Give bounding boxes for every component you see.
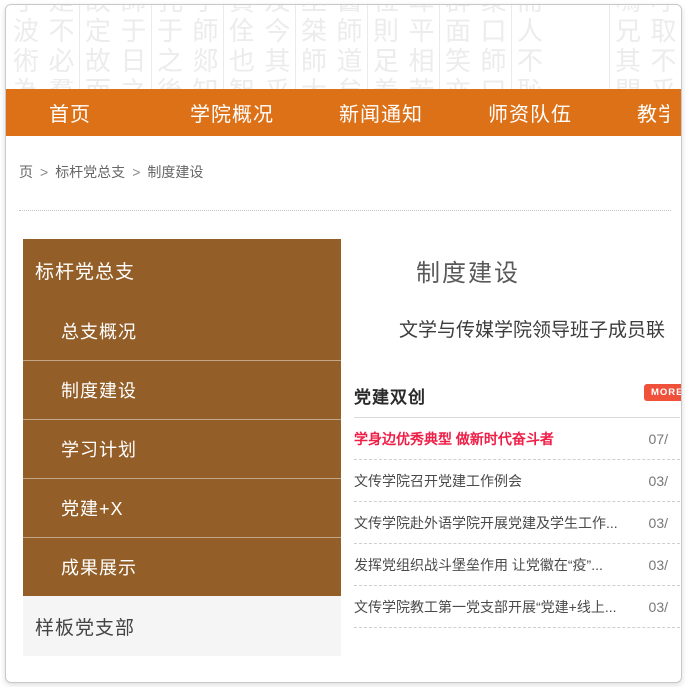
calligraphy-column: 乎 波 術 為 xyxy=(12,5,39,89)
calligraphy-column: 子 師 郯 知 xyxy=(188,5,224,89)
news-row[interactable]: 文传学院教工第一党支部开展“党建+线上... 03/ xyxy=(354,586,680,628)
content-area: 标杆党总支 总支概况 制度建设 学习计划 党建+X 成果展示 样板党支部 制度建设 文学… xyxy=(6,211,681,656)
sidebar-item-model-branch[interactable]: 样板党支部 xyxy=(23,596,341,656)
news-list: 学身边优秀典型 做新时代奋斗者 07/文传学院召开党建工作例会 03/文传学院赴外语… xyxy=(354,418,680,628)
news-row-title[interactable]: 学身边优秀典型 做新时代奋斗者 xyxy=(354,429,554,449)
news-row-title[interactable]: 发挥党组织战斗堡垒作用 让党徽在“疫”... xyxy=(354,555,603,575)
sidebar: 标杆党总支 总支概况 制度建设 学习计划 党建+X 成果展示 样板党支部 xyxy=(23,239,341,656)
calligraphy-column: 而 人 不 恥 xyxy=(516,5,543,89)
calligraphy-column: 群 面 笑 亦 xyxy=(444,5,471,89)
sidebar-item-3[interactable]: 学习计划 xyxy=(23,419,341,478)
sidebar-section-title[interactable]: 标杆党总支 xyxy=(23,239,341,301)
calligraphy-column: 師 于 日 之 xyxy=(116,5,152,89)
news-row[interactable]: 文传学院赴外语学院开展党建及学生工作... 03/ xyxy=(354,502,680,544)
calligraphy-column: 孔 于 之 後 xyxy=(156,5,183,89)
calligraphy-column: 聚 口 師 曰 xyxy=(476,5,512,89)
news-section-header: 党建双创 MORE xyxy=(354,383,681,411)
calligraphy-column: 故 定 故 而 xyxy=(84,5,111,89)
sidebar-item-4[interactable]: 党建+X xyxy=(23,478,341,537)
featured-article-link[interactable]: 文学与传媒学院领导班子成员联 xyxy=(399,315,680,342)
browser-window: 乎 波 術 為是 不 必 羣故 定 故 而師 于 日 之孔 于 之 後子 師 郯… xyxy=(5,4,682,683)
calligraphy-column: 醫 師 道 矣 xyxy=(332,5,368,89)
sidebar-menu: 总支概况 制度建设 学习计划 党建+X 成果展示 xyxy=(23,301,341,596)
nav-item-2[interactable]: 学院概况 xyxy=(190,98,274,127)
calligraphy-column: 嗚 兄 其 問 xyxy=(614,5,641,89)
nav-item-5[interactable]: 教学 xyxy=(637,98,669,127)
more-button[interactable]: MORE xyxy=(644,384,681,401)
breadcrumb: 页 > 标杆党总支 > 制度建设 xyxy=(6,136,681,182)
news-section-title: 党建双创 xyxy=(354,388,426,407)
breadcrumb-link-3[interactable]: 制度建设 xyxy=(147,164,203,180)
breadcrumb-separator: > xyxy=(40,164,49,180)
breadcrumb-separator: > xyxy=(132,164,141,180)
news-row-date: 03/ xyxy=(648,598,668,615)
news-section: 党建双创 MORE 学身边优秀典型 做新时代奋斗者 07/文传学院召开党建工作例会… xyxy=(354,383,681,628)
sidebar-item-1[interactable]: 总支概况 xyxy=(23,301,341,360)
news-row[interactable]: 发挥党组织战斗堡垒作用 让党徽在“疫”... 03/ xyxy=(354,544,680,586)
news-row-date: 03/ xyxy=(648,556,668,573)
header-calligraphy-background: 乎 波 術 為是 不 必 羣故 定 故 而師 于 日 之孔 于 之 後子 師 郯… xyxy=(6,5,681,89)
calligraphy-columns: 乎 波 術 為是 不 必 羣故 定 故 而師 于 日 之孔 于 之 後子 師 郯… xyxy=(6,5,681,89)
nav-item-4[interactable]: 师资队伍 xyxy=(488,98,572,127)
page-title: 制度建设 xyxy=(416,260,520,287)
news-row-title[interactable]: 文传学院教工第一党支部开展“党建+线上... xyxy=(354,597,617,617)
main-column: 制度建设 文学与传媒学院领导班子成员联 党建双创 MORE 学身边优秀典型 做新… xyxy=(354,239,681,628)
nav-item-3[interactable]: 新闻通知 xyxy=(339,98,423,127)
calligraphy-column: 及 今 其 乎 xyxy=(260,5,296,89)
news-row[interactable]: 学身边优秀典型 做新时代奋斗者 07/ xyxy=(354,418,680,460)
main-navbar: 首页 学院概况 新闻通知 师资队伍 教学 xyxy=(6,89,681,136)
calligraphy-column: 巫 桀 師 大 xyxy=(300,5,327,89)
news-row-date: 03/ xyxy=(648,472,668,489)
breadcrumb-link-1[interactable]: 页 xyxy=(19,164,33,180)
sidebar-item-2[interactable]: 制度建设 xyxy=(23,360,341,419)
news-row-date: 07/ xyxy=(648,430,668,447)
calligraphy-column: 呼 取 不 乎 xyxy=(646,5,681,89)
calligraphy-column: 卑 平 相 若 xyxy=(404,5,440,89)
calligraphy-column: 賢 佺 也 智 xyxy=(228,5,255,89)
calligraphy-column xyxy=(548,5,610,89)
news-row[interactable]: 文传学院召开党建工作例会 03/ xyxy=(354,460,680,502)
nav-item-1[interactable]: 首页 xyxy=(49,98,91,127)
news-row-title[interactable]: 文传学院召开党建工作例会 xyxy=(354,471,522,491)
news-row-title[interactable]: 文传学院赴外语学院开展党建及学生工作... xyxy=(354,513,618,533)
news-row-date: 03/ xyxy=(648,514,668,531)
calligraphy-column: 是 不 必 羣 xyxy=(44,5,80,89)
calligraphy-column: 位 則 足 羞 xyxy=(372,5,399,89)
sidebar-item-5[interactable]: 成果展示 xyxy=(23,537,341,596)
breadcrumb-link-2[interactable]: 标杆党总支 xyxy=(55,164,125,180)
